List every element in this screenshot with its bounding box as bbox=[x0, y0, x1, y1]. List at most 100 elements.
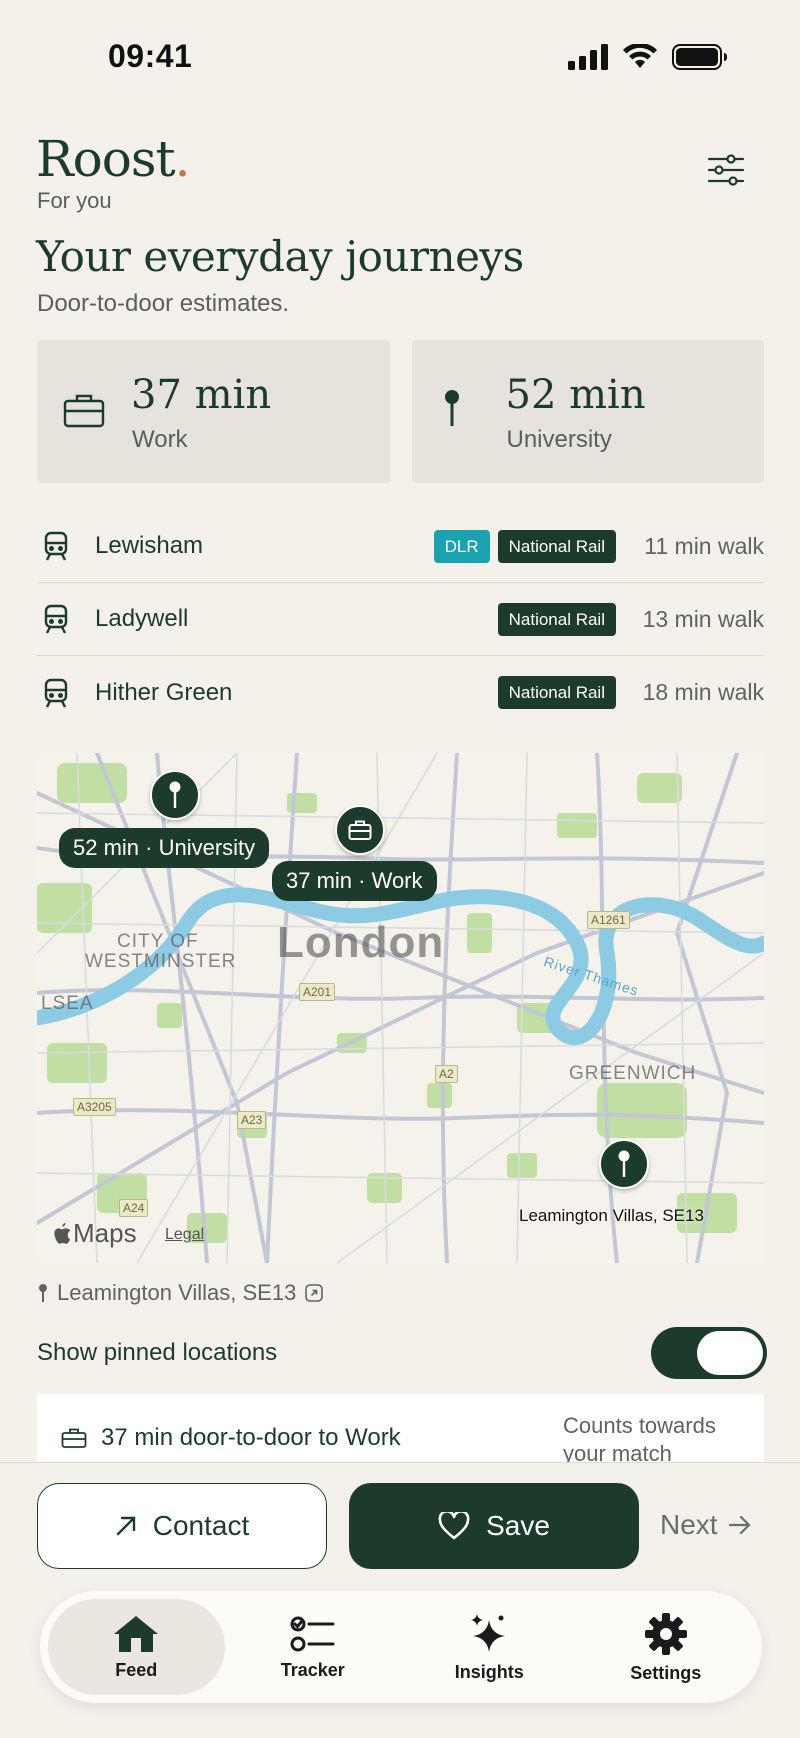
briefcase-icon bbox=[61, 1428, 87, 1448]
station-badges: National Rail bbox=[497, 676, 616, 709]
university-map-pin[interactable] bbox=[150, 770, 200, 820]
match-note: Counts towards your match bbox=[563, 1413, 716, 1466]
map-area-label: LSEA bbox=[41, 993, 94, 1014]
work-map-pin[interactable] bbox=[335, 805, 385, 855]
toggle-knob bbox=[697, 1331, 763, 1375]
road-shield: A2 bbox=[435, 1065, 458, 1083]
arrow-right-icon bbox=[728, 1515, 751, 1535]
tab-label: Tracker bbox=[280, 1659, 345, 1680]
section-title: Your everyday journeys bbox=[36, 232, 524, 281]
journey-card-university[interactable]: 52 min University bbox=[411, 340, 764, 483]
status-bar: 09:41 bbox=[0, 0, 800, 110]
station-badges: DLR National Rail bbox=[433, 529, 616, 563]
map-city-label: London bbox=[277, 918, 445, 967]
station-name: Lewisham bbox=[95, 532, 204, 559]
walk-time: 11 min walk bbox=[644, 532, 764, 559]
station-row-hither-green[interactable]: Hither Green National Rail 18 min walk bbox=[37, 656, 764, 729]
filter-button[interactable] bbox=[704, 148, 748, 192]
address-text: Leamington Villas, SE13 bbox=[57, 1280, 297, 1305]
page-subtitle: For you bbox=[37, 188, 112, 213]
university-map-label[interactable]: 52 min · University bbox=[59, 828, 270, 868]
road-shield: A1261 bbox=[587, 911, 630, 929]
pin-icon bbox=[39, 1284, 47, 1302]
map-area-label: CITY OF bbox=[117, 931, 199, 952]
home-map-label: Leamington Villas, SE13 bbox=[519, 1206, 704, 1225]
journey-minutes: 37 min bbox=[131, 372, 272, 418]
journey-minutes: 52 min bbox=[505, 372, 646, 418]
apple-logo-icon bbox=[54, 1222, 71, 1244]
road-shield: A24 bbox=[119, 1199, 149, 1217]
pin-icon bbox=[169, 781, 181, 808]
legal-link[interactable]: Legal bbox=[165, 1226, 204, 1244]
tab-feed[interactable]: Feed bbox=[48, 1599, 225, 1695]
national-rail-badge: National Rail bbox=[497, 602, 616, 636]
home-map-pin[interactable] bbox=[599, 1139, 649, 1189]
save-button[interactable]: Save bbox=[349, 1483, 639, 1569]
status-time: 09:41 bbox=[108, 38, 193, 74]
next-button[interactable]: Next bbox=[660, 1509, 752, 1541]
tab-label: Feed bbox=[115, 1659, 158, 1680]
journey-card-work[interactable]: 37 min Work bbox=[37, 340, 390, 483]
tab-label: Settings bbox=[630, 1662, 702, 1683]
address-link[interactable]: Leamington Villas, SE13 bbox=[37, 1280, 324, 1306]
pinned-locations-toggle[interactable] bbox=[651, 1327, 767, 1379]
save-label: Save bbox=[486, 1510, 550, 1541]
tab-settings[interactable]: Settings bbox=[578, 1599, 755, 1695]
match-description: 37 min door-to-door to Work bbox=[101, 1424, 401, 1451]
brand-logo: Roost. bbox=[36, 130, 191, 188]
station-badges: National Rail bbox=[497, 602, 616, 636]
map-view[interactable]: London CITY OF WESTMINSTER LSEA GREENWIC… bbox=[37, 753, 764, 1263]
journey-cards: 37 min Work 52 min University bbox=[37, 340, 764, 483]
train-icon bbox=[39, 604, 73, 634]
train-icon bbox=[39, 678, 73, 708]
section-subtitle: Door-to-door estimates. bbox=[37, 290, 290, 317]
contact-button[interactable]: Contact bbox=[37, 1483, 327, 1569]
sparkles-icon bbox=[471, 1613, 506, 1652]
national-rail-badge: National Rail bbox=[497, 529, 616, 563]
external-link-icon bbox=[305, 1284, 324, 1302]
station-name: Hither Green bbox=[95, 678, 233, 706]
station-row-lewisham[interactable]: Lewisham DLR National Rail 11 min walk bbox=[37, 510, 764, 583]
cellular-signal-icon bbox=[568, 44, 608, 70]
match-text: 37 min door-to-door to Work bbox=[61, 1424, 401, 1452]
status-icons bbox=[568, 44, 728, 70]
pin-icon bbox=[444, 390, 459, 426]
action-bar: Contact Save Next Feed Tracker Insights … bbox=[0, 1462, 800, 1738]
maps-logo-text: Maps bbox=[73, 1218, 137, 1248]
checklist-icon bbox=[290, 1616, 335, 1651]
pinned-locations-row: Show pinned locations bbox=[37, 1327, 767, 1379]
heart-icon bbox=[438, 1512, 470, 1540]
map-area-label: GREENWICH bbox=[569, 1063, 697, 1084]
map-area-label: WESTMINSTER bbox=[85, 951, 237, 972]
walk-time: 18 min walk bbox=[642, 679, 764, 705]
sliders-icon bbox=[707, 154, 745, 186]
battery-icon bbox=[672, 44, 727, 70]
station-name: Ladywell bbox=[95, 605, 189, 632]
tab-label: Insights bbox=[454, 1661, 524, 1682]
home-icon bbox=[114, 1615, 159, 1652]
road-shield: A201 bbox=[299, 983, 336, 1001]
gear-icon bbox=[644, 1612, 687, 1655]
contact-label: Contact bbox=[152, 1510, 250, 1541]
pin-icon bbox=[618, 1150, 630, 1177]
wifi-icon bbox=[623, 44, 657, 68]
station-row-ladywell[interactable]: Ladywell National Rail 13 min walk bbox=[37, 583, 764, 656]
national-rail-badge: National Rail bbox=[497, 676, 616, 709]
journey-label: Work bbox=[132, 426, 188, 453]
dlr-badge: DLR bbox=[433, 529, 490, 563]
work-map-label[interactable]: 37 min · Work bbox=[272, 861, 437, 901]
tab-insights[interactable]: Insights bbox=[401, 1599, 578, 1695]
tab-tracker[interactable]: Tracker bbox=[225, 1599, 402, 1695]
toggle-label: Show pinned locations bbox=[37, 1339, 278, 1366]
next-label: Next bbox=[660, 1509, 718, 1540]
station-list: Lewisham DLR National Rail 11 min walk L… bbox=[37, 510, 764, 729]
walk-time: 13 min walk bbox=[642, 605, 764, 632]
journey-label: University bbox=[506, 426, 612, 453]
road-shield: A3205 bbox=[73, 1098, 116, 1116]
arrow-up-right-icon bbox=[116, 1516, 135, 1536]
road-shield: A23 bbox=[237, 1111, 267, 1129]
briefcase-icon bbox=[348, 820, 372, 840]
tab-bar: Feed Tracker Insights Settings bbox=[40, 1591, 762, 1703]
maps-attribution[interactable]: Maps bbox=[53, 1218, 137, 1249]
briefcase-icon bbox=[63, 394, 105, 428]
